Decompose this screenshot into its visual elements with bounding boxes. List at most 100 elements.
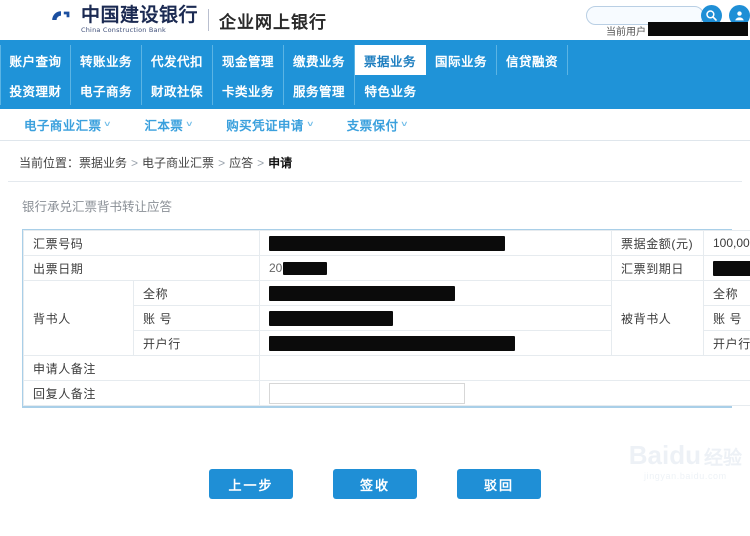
redacted-issue-date <box>283 262 328 276</box>
endorsee-full-name-label: 全称 <box>703 280 750 306</box>
endorsee-bank-label: 开户行 <box>703 330 750 356</box>
nav-label: 现金管理 <box>221 54 274 69</box>
watermark-brand: Baidu <box>628 440 701 470</box>
chevron-down-icon: ˅ <box>306 120 314 129</box>
bank-logo[interactable]: 中国建设银行 China Construction Bank <box>48 6 198 34</box>
watermark-brand-cn: 经验 <box>703 448 742 469</box>
breadcrumb-item-response[interactable]: 应答 <box>229 156 253 170</box>
nav-label: 国际业务 <box>434 54 487 69</box>
reply-remark-cell <box>259 380 750 406</box>
nav-label: 账户查询 <box>9 54 62 69</box>
endorser-account-value <box>259 305 612 331</box>
redacted-endorser-full-name <box>269 285 455 301</box>
breadcrumb-item-bill-business[interactable]: 票据业务 <box>79 156 127 170</box>
prev-step-button[interactable]: 上一步 <box>209 469 293 499</box>
due-date-label: 汇票到期日 <box>611 255 704 281</box>
breadcrumb-separator: > <box>257 156 265 170</box>
nav-item-fiscal-social-security[interactable]: 财政社保 <box>142 75 213 105</box>
bill-number-label: 汇票号码 <box>23 230 260 256</box>
amount-value: 100,000.00 <box>703 230 750 256</box>
subnav-item-electronic-commercial-draft[interactable]: 电子商业汇票 ˅ <box>24 115 111 134</box>
endorser-full-name-value <box>259 280 612 306</box>
chevron-down-icon: ˅ <box>186 120 194 129</box>
header-subtitle: 企业网上银行 <box>219 12 328 32</box>
endorser-bank-label: 开户行 <box>133 330 260 356</box>
nav-item-featured-business[interactable]: 特色业务 <box>355 75 426 105</box>
chevron-down-icon: ˅ <box>401 120 409 129</box>
endorsee-label: 被背书人 <box>611 280 704 356</box>
reply-remark-input[interactable] <box>269 382 465 404</box>
logo-name-en: China Construction Bank <box>81 26 167 35</box>
subnav-label: 汇本票 <box>144 119 184 133</box>
main-nav-row-1: 账户查询 转账业务 代发代扣 现金管理 缴费业务 票据业务 国际业务 信贷融资 <box>0 45 750 75</box>
nav-item-payment[interactable]: 缴费业务 <box>284 45 355 75</box>
nav-label: 信贷融资 <box>505 54 558 69</box>
issue-date-label: 出票日期 <box>23 255 260 281</box>
action-button-row: 上一步 签收 驳回 <box>0 469 750 499</box>
endorser-account-label: 账 号 <box>133 305 260 331</box>
nav-label: 卡类业务 <box>221 84 274 99</box>
reject-button[interactable]: 驳回 <box>457 469 541 499</box>
nav-item-cash-management[interactable]: 现金管理 <box>213 45 284 75</box>
nav-item-service-management[interactable]: 服务管理 <box>284 75 355 105</box>
applicant-remark-value <box>259 355 750 381</box>
nav-item-investment[interactable]: 投资理财 <box>0 75 71 105</box>
nav-label: 代发代扣 <box>150 54 203 69</box>
breadcrumb-separator: > <box>218 156 226 170</box>
site-header: 中国建设银行 China Construction Bank 企业网上银行 当前… <box>0 0 750 40</box>
logo-name-cn: 中国建设银行 <box>81 5 199 27</box>
nav-label: 服务管理 <box>292 84 345 99</box>
page-title: 银行承兑汇票背书转让应答 <box>22 200 173 214</box>
breadcrumb-item-electronic-commercial-draft[interactable]: 电子商业汇票 <box>142 156 214 170</box>
redacted-endorser-bank <box>269 335 515 351</box>
nav-item-bill-business[interactable]: 票据业务 <box>355 45 426 75</box>
table-row-bill-number: 汇票号码 票据金额(元) 100,000.00 <box>23 230 750 256</box>
breadcrumb-current: 申请 <box>268 156 293 170</box>
issue-date-prefix: 20 <box>269 260 283 275</box>
nav-item-account-query[interactable]: 账户查询 <box>0 45 71 75</box>
nav-item-ecommerce[interactable]: 电子商务 <box>71 75 142 105</box>
endorsee-account-label: 账 号 <box>703 305 750 331</box>
endorser-full-name-label: 全称 <box>133 280 260 306</box>
page-content: 当前位置：票据业务 > 电子商业汇票 > 应答 > 申请 银行承兑汇票背书转让应答 汇票号码… <box>0 141 750 513</box>
subnav-label: 购买凭证申请 <box>226 119 304 133</box>
reply-remark-label: 回复人备注 <box>23 380 260 406</box>
breadcrumb-separator: > <box>131 156 139 170</box>
bill-number-value <box>259 230 612 256</box>
nav-label: 财政社保 <box>150 84 203 99</box>
breadcrumb: 当前位置：票据业务 > 电子商业汇票 > 应答 > 申请 <box>8 141 742 182</box>
nav-item-transfer[interactable]: 转账业务 <box>71 45 142 75</box>
applicant-remark-label: 申请人备注 <box>23 355 260 381</box>
nav-item-international[interactable]: 国际业务 <box>426 45 497 75</box>
subnav-label: 支票保付 <box>346 119 399 133</box>
search-input[interactable] <box>587 6 703 24</box>
header-user-label: 当前用户 <box>606 27 646 38</box>
amount-label: 票据金额(元) <box>611 230 704 256</box>
due-date-value <box>703 255 750 281</box>
ccb-logo-icon <box>48 7 74 33</box>
subnav-label: 电子商业汇票 <box>24 119 102 133</box>
endorser-label: 背书人 <box>23 280 134 356</box>
nav-item-card-business[interactable]: 卡类业务 <box>213 75 284 105</box>
table-row-reply-remark: 回复人备注 <box>23 380 750 406</box>
redacted-endorser-account <box>269 310 393 326</box>
subnav-item-cashiers-note[interactable]: 汇本票 ˅ <box>144 115 192 134</box>
nav-label: 特色业务 <box>364 84 417 99</box>
redacted-user-name <box>648 22 748 36</box>
main-nav-row-2: 投资理财 电子商务 财政社保 卡类业务 服务管理 特色业务 <box>0 75 750 105</box>
nav-label: 投资理财 <box>9 84 62 99</box>
nav-label: 票据业务 <box>363 54 416 69</box>
nav-label: 电子商务 <box>79 84 132 99</box>
logo-text: 中国建设银行 China Construction Bank <box>81 6 198 34</box>
table-row-applicant-remark: 申请人备注 <box>23 355 750 381</box>
endorser-bank-value <box>259 330 612 356</box>
nav-label: 缴费业务 <box>292 54 345 69</box>
bill-detail-table: 汇票号码 票据金额(元) 100,000.00 出票日期 20 汇票到期日 <box>22 229 750 408</box>
sub-navigation: 电子商业汇票 ˅ 汇本票 ˅ 购买凭证申请 ˅ 支票保付 ˅ <box>0 109 750 141</box>
issue-date-value: 20 <box>259 255 612 281</box>
sign-receive-button[interactable]: 签收 <box>333 469 417 499</box>
subnav-item-check-certification[interactable]: 支票保付 ˅ <box>347 115 408 134</box>
nav-item-payroll-deduction[interactable]: 代发代扣 <box>142 45 213 75</box>
nav-item-credit-financing[interactable]: 信贷融资 <box>497 45 568 75</box>
subnav-item-purchase-voucher-application[interactable]: 购买凭证申请 ˅ <box>226 115 314 134</box>
